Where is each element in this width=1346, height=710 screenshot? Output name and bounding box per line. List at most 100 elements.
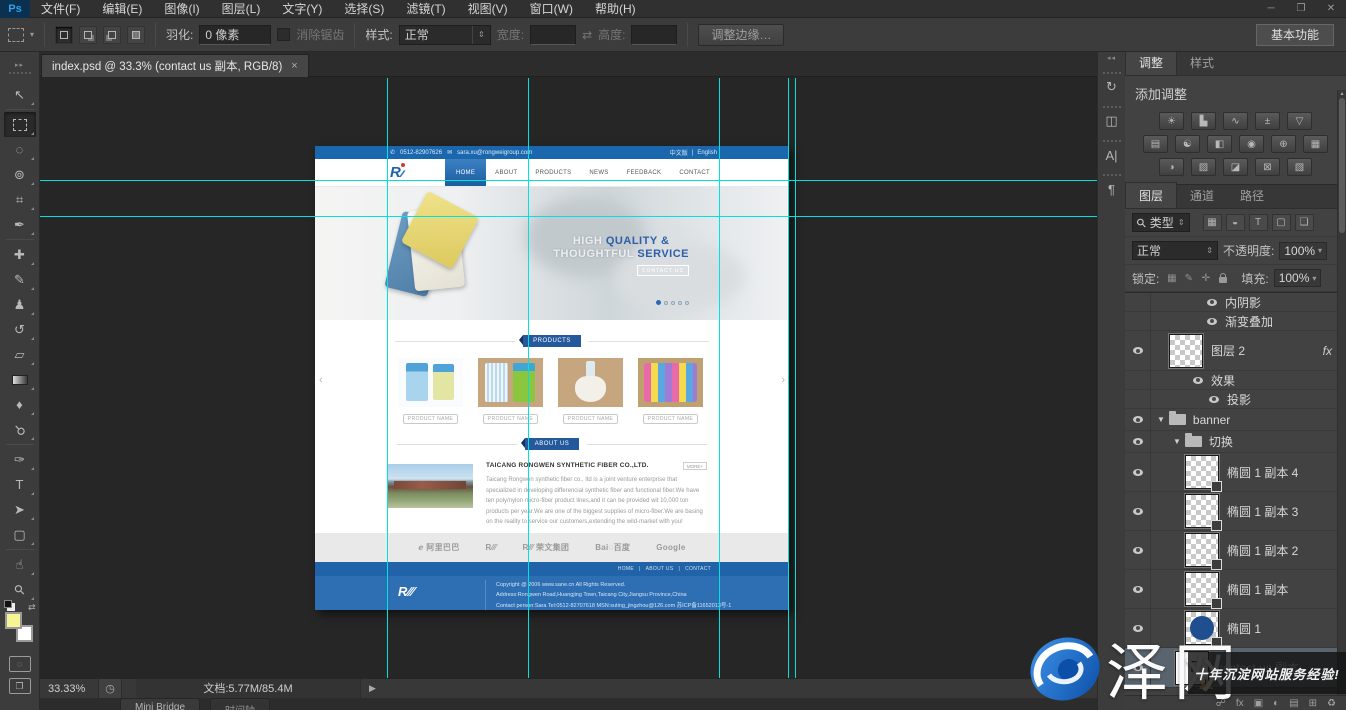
guide-vertical[interactable] — [788, 78, 789, 678]
visibility-eye-icon[interactable] — [1133, 438, 1143, 445]
color-balance-icon[interactable]: ☯ — [1175, 135, 1200, 153]
menu-item-6[interactable]: 滤镜(T) — [395, 0, 456, 18]
tab-样式[interactable]: 样式 — [1177, 50, 1227, 75]
black-white-icon[interactable]: ◧ — [1207, 135, 1232, 153]
footer-link-home[interactable]: HOME — [618, 566, 634, 572]
height-input[interactable] — [631, 25, 677, 45]
tab-通道[interactable]: 通道 — [1177, 183, 1227, 208]
status-flyout-icon[interactable]: ▶ — [369, 683, 376, 694]
visibility-eye-icon[interactable] — [1133, 508, 1143, 515]
visibility-eye-icon[interactable] — [1133, 547, 1143, 554]
rectangular-marquee-tool[interactable] — [4, 112, 36, 137]
exposure-icon[interactable]: ± — [1255, 112, 1280, 130]
eye-cell[interactable] — [1125, 293, 1151, 311]
blur-tool[interactable]: ♦ — [4, 392, 36, 417]
menu-item-2[interactable]: 图像(I) — [153, 0, 210, 18]
dodge-tool[interactable]: ⚲ — [4, 417, 36, 442]
gradient-tool[interactable] — [4, 367, 36, 392]
link-layers-icon[interactable]: ☍ — [1216, 698, 1226, 709]
swap-dimensions-icon[interactable]: ⇄ — [582, 28, 592, 42]
menu-item-5[interactable]: 选择(S) — [333, 0, 395, 18]
toolbar-collapse-icon[interactable]: ▸▸ — [0, 52, 39, 82]
channel-mixer-icon[interactable]: ⊕ — [1271, 135, 1296, 153]
layer-thumbnail[interactable] — [1185, 494, 1219, 528]
layer-row[interactable]: 椭圆 1 副本 4 — [1125, 453, 1346, 492]
brightness-contrast-icon[interactable]: ☀ — [1159, 112, 1184, 130]
eye-cell[interactable] — [1125, 453, 1151, 491]
menu-item-7[interactable]: 视图(V) — [457, 0, 519, 18]
layer-thumbnail[interactable] — [1185, 533, 1219, 567]
lock-paint-icon[interactable]: ✎ — [1181, 271, 1196, 286]
guide-vertical[interactable] — [387, 78, 388, 678]
panel-collapse-icon[interactable]: ◂◂ — [1098, 52, 1125, 66]
close-icon[interactable]: ✕ — [1316, 0, 1346, 18]
posterize-icon[interactable]: ▨ — [1191, 158, 1216, 176]
layer-row[interactable]: 效果 — [1125, 371, 1346, 390]
carousel-dot-3[interactable] — [678, 301, 682, 305]
default-colors-icon[interactable] — [4, 600, 12, 608]
product-name-button[interactable]: PRODUCT NAME — [643, 414, 698, 424]
site-nav-products[interactable]: PRODUCTS — [526, 159, 580, 186]
shape-layer-filter-icon[interactable]: ▢ — [1272, 214, 1291, 231]
product-card[interactable]: PRODUCT NAME — [558, 358, 623, 424]
hand-tool[interactable]: ☝ — [4, 552, 36, 577]
site-nav-contact[interactable]: CONTACT — [670, 159, 719, 186]
product-name-button[interactable]: PRODUCT NAME — [483, 414, 538, 424]
clone-stamp-tool[interactable]: ♟ — [4, 292, 36, 317]
photo-filter-icon[interactable]: ◉ — [1239, 135, 1264, 153]
eye-cell[interactable] — [1125, 648, 1151, 687]
tab-close-icon[interactable]: × — [291, 60, 297, 72]
layer-row[interactable]: ▼banner — [1125, 409, 1346, 431]
feather-input[interactable]: 0 像素 — [199, 25, 271, 45]
layer-mask-icon[interactable]: ▣ — [1254, 698, 1263, 709]
layer-row[interactable]: 图层 2fx — [1125, 331, 1346, 371]
guide-vertical[interactable] — [528, 78, 529, 678]
product-name-button[interactable]: PRODUCT NAME — [563, 414, 618, 424]
smart-object-filter-icon[interactable]: ❏ — [1295, 214, 1314, 231]
subtract-selection-mode-button[interactable] — [103, 26, 121, 44]
crop-tool[interactable]: ⌗ — [4, 187, 36, 212]
more-button[interactable]: MORE+ — [683, 462, 707, 470]
guide-horizontal[interactable] — [40, 216, 1097, 217]
footer-link-about-us[interactable]: ABOUT US — [646, 566, 674, 572]
eye-cell[interactable] — [1125, 312, 1151, 330]
history-brush-tool[interactable]: ↺ — [4, 317, 36, 342]
layer-thumbnail[interactable] — [1185, 611, 1219, 645]
carousel-dot-4[interactable] — [685, 301, 689, 305]
layer-group-icon[interactable]: ▤ — [1289, 698, 1298, 709]
carousel-dot-0[interactable] — [656, 300, 661, 305]
new-layer-icon[interactable]: ⊞ — [1309, 698, 1317, 709]
layers-scrollbar[interactable]: ▴ — [1337, 90, 1346, 710]
eye-cell[interactable] — [1125, 331, 1151, 370]
type-layer-filter-icon[interactable]: T — [1249, 214, 1268, 231]
minimize-icon[interactable]: ─ — [1256, 0, 1286, 18]
text-layer-thumbnail[interactable]: T — [1175, 651, 1209, 685]
layer-row[interactable]: 椭圆 1 副本 2 — [1125, 531, 1346, 570]
tab-调整[interactable]: 调整 — [1125, 49, 1177, 75]
quick-selection-tool[interactable]: ⊚ — [4, 162, 36, 187]
workspace-button[interactable]: 基本功能 — [1256, 24, 1334, 46]
color-lookup-icon[interactable]: ▦ — [1303, 135, 1328, 153]
filter-type-select[interactable]: ⚲ 类型 ⇕ — [1132, 213, 1190, 232]
fill-value[interactable]: 100%▾ — [1274, 269, 1322, 287]
visibility-eye-icon[interactable] — [1133, 625, 1143, 632]
vibrance-icon[interactable]: ▽ — [1287, 112, 1312, 130]
lock-all-icon[interactable] — [1215, 271, 1230, 286]
tab-图层[interactable]: 图层 — [1125, 182, 1177, 208]
tool-preset-icon[interactable] — [8, 28, 24, 42]
delete-layer-icon[interactable]: ♻ — [1327, 698, 1336, 709]
hue-saturation-icon[interactable]: ▤ — [1143, 135, 1168, 153]
carousel-dot-2[interactable] — [671, 301, 675, 305]
layer-thumbnail[interactable] — [1185, 572, 1219, 606]
selective-color-icon[interactable]: ▧ — [1287, 158, 1312, 176]
guide-horizontal[interactable] — [40, 180, 1097, 181]
visibility-eye-icon[interactable] — [1133, 469, 1143, 476]
antialias-checkbox[interactable] — [277, 28, 290, 41]
lock-move-icon[interactable]: ✛ — [1198, 271, 1213, 286]
carousel-dot-1[interactable] — [664, 301, 668, 305]
eye-cell[interactable] — [1125, 431, 1151, 452]
visibility-eye-icon[interactable] — [1207, 299, 1217, 306]
menu-item-0[interactable]: 文件(F) — [30, 0, 91, 18]
eye-cell[interactable] — [1125, 609, 1151, 647]
site-nav-news[interactable]: NEWS — [580, 159, 617, 186]
